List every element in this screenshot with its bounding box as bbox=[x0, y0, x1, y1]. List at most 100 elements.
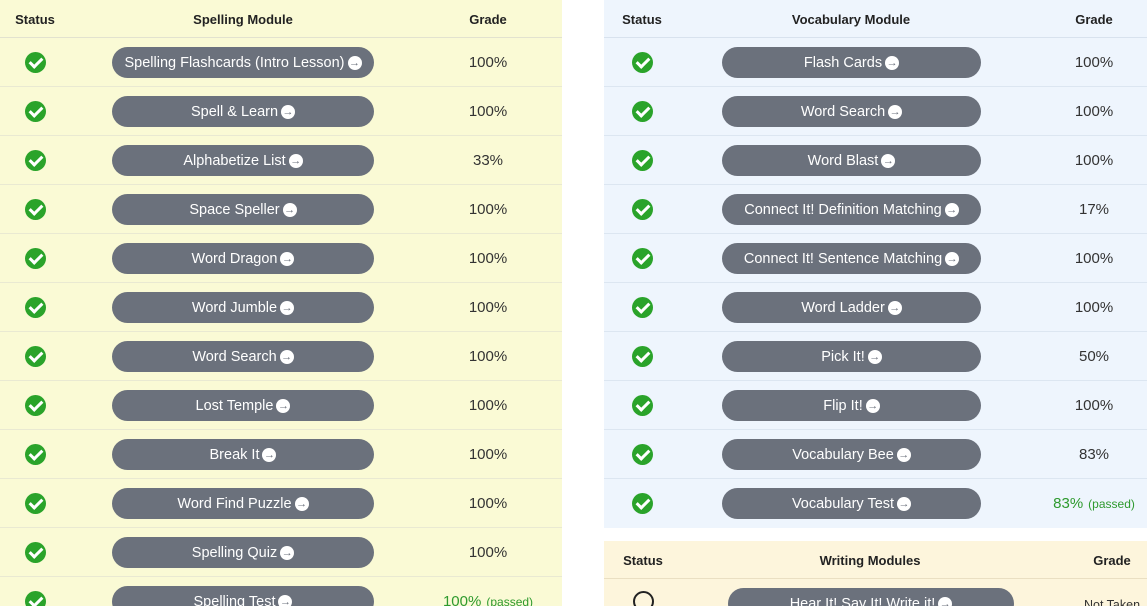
grade-cell: 100% bbox=[1075, 250, 1113, 267]
arrow-right-circle-icon: → bbox=[888, 104, 903, 119]
grade-cell: 100% bbox=[469, 348, 507, 365]
module-column-header: Writing Modules bbox=[819, 553, 921, 568]
module-launch-button[interactable]: Word Search → bbox=[112, 341, 374, 372]
arrow-right-circle-icon: → bbox=[885, 55, 900, 70]
check-circle-icon bbox=[25, 493, 46, 514]
check-circle-icon bbox=[25, 591, 46, 606]
grade-cell: 100% bbox=[469, 544, 507, 561]
grade-cell: 100% bbox=[1075, 397, 1113, 414]
module-launch-button[interactable]: Vocabulary Bee → bbox=[722, 439, 981, 470]
table-row: Alphabetize List → 33% bbox=[0, 136, 562, 185]
module-launch-button[interactable]: Connect It! Definition Matching → bbox=[722, 194, 981, 225]
arrow-right-circle-icon: → bbox=[282, 202, 297, 217]
grade-value: 100% bbox=[468, 299, 508, 316]
table-row: Word Find Puzzle → 100% bbox=[0, 479, 562, 528]
grade-value: 100% bbox=[468, 103, 508, 120]
arrow-right-circle-icon: → bbox=[288, 153, 303, 168]
grade-cell: 83% bbox=[1079, 446, 1109, 463]
module-launch-button[interactable]: Spell & Learn → bbox=[112, 96, 374, 127]
table-row: Vocabulary Test → 83% (passed) bbox=[604, 479, 1147, 528]
table-row: Word Search → 100% bbox=[0, 332, 562, 381]
table-row: Word Blast → 100% bbox=[604, 136, 1147, 185]
status-column-header: Status bbox=[15, 12, 55, 27]
check-circle-icon bbox=[632, 199, 653, 220]
passed-note: (passed) bbox=[1088, 497, 1135, 511]
module-button-label: Word Search bbox=[800, 103, 886, 120]
module-button-label: Hear It! Say It! Write it! bbox=[789, 595, 936, 606]
grade-value: 100% bbox=[468, 495, 508, 512]
arrow-right-circle-icon: → bbox=[887, 300, 902, 315]
module-launch-button[interactable]: Flash Cards → bbox=[722, 47, 981, 78]
table-row: Spelling Quiz → 100% bbox=[0, 528, 562, 577]
module-launch-button[interactable]: Space Speller → bbox=[112, 194, 374, 225]
check-circle-icon bbox=[632, 395, 653, 416]
arrow-right-circle-icon: → bbox=[281, 104, 296, 119]
module-button-label: Spelling Flashcards (Intro Lesson) bbox=[124, 54, 345, 71]
module-launch-button[interactable]: Pick It! → bbox=[722, 341, 981, 372]
table-row: Flash Cards → 100% bbox=[604, 38, 1147, 87]
grade-cell: 100% bbox=[1075, 54, 1113, 71]
module-launch-button[interactable]: Word Find Puzzle → bbox=[112, 488, 374, 519]
module-launch-button[interactable]: Word Search → bbox=[722, 96, 981, 127]
grade-cell: 100% bbox=[469, 201, 507, 218]
module-launch-button[interactable]: Break It → bbox=[112, 439, 374, 470]
module-launch-button[interactable]: Flip It! → bbox=[722, 390, 981, 421]
module-launch-button[interactable]: Word Jumble → bbox=[112, 292, 374, 323]
grade-column-header: Grade bbox=[1075, 12, 1113, 27]
arrow-right-circle-icon: → bbox=[280, 545, 295, 560]
module-button-label: Word Dragon bbox=[191, 250, 278, 267]
module-launch-button[interactable]: Spelling Quiz → bbox=[112, 537, 374, 568]
grade-value: 100% bbox=[468, 348, 508, 365]
grade-value: 100% bbox=[1074, 397, 1114, 414]
module-launch-button[interactable]: Alphabetize List → bbox=[112, 145, 374, 176]
module-launch-button[interactable]: Vocabulary Test → bbox=[722, 488, 981, 519]
table-row: Spelling Flashcards (Intro Lesson) → 100% bbox=[0, 38, 562, 87]
module-launch-button[interactable]: Word Dragon → bbox=[112, 243, 374, 274]
passed-note: (passed) bbox=[486, 595, 534, 606]
table-row: Word Search → 100% bbox=[604, 87, 1147, 136]
arrow-right-circle-icon: → bbox=[938, 596, 953, 606]
module-launch-button[interactable]: Hear It! Say It! Write it! → bbox=[728, 588, 1014, 606]
module-launch-button[interactable]: Word Ladder → bbox=[722, 292, 981, 323]
module-launch-button[interactable]: Lost Temple → bbox=[112, 390, 374, 421]
grade-cell: 17% bbox=[1079, 201, 1109, 218]
module-button-label: Pick It! bbox=[821, 348, 865, 365]
arrow-right-circle-icon: → bbox=[280, 251, 295, 266]
arrow-right-circle-icon: → bbox=[347, 55, 362, 70]
module-launch-button[interactable]: Spelling Flashcards (Intro Lesson) → bbox=[112, 47, 374, 78]
grade-value: 83% bbox=[1053, 495, 1084, 512]
module-button-label: Flash Cards bbox=[803, 54, 883, 71]
table-row: Connect It! Sentence Matching → 100% bbox=[604, 234, 1147, 283]
arrow-right-circle-icon: → bbox=[945, 251, 960, 266]
arrow-right-circle-icon: → bbox=[896, 447, 911, 462]
module-launch-button[interactable]: Connect It! Sentence Matching → bbox=[722, 243, 981, 274]
grade-value: 100% bbox=[468, 397, 508, 414]
vocabulary-table-header: Status Vocabulary Module Grade bbox=[604, 0, 1147, 38]
check-circle-icon bbox=[632, 444, 653, 465]
grade-value: 100% bbox=[1074, 250, 1114, 267]
table-row: Spell & Learn → 100% bbox=[0, 87, 562, 136]
check-circle-icon bbox=[25, 395, 46, 416]
vocabulary-module-table: Status Vocabulary Module Grade Flash Car… bbox=[604, 0, 1147, 528]
module-button-label: Connect It! Definition Matching bbox=[744, 201, 942, 218]
grade-value: 50% bbox=[1078, 348, 1110, 365]
grade-cell: 100% bbox=[469, 397, 507, 414]
grade-value: 100% bbox=[468, 54, 508, 71]
check-circle-icon bbox=[632, 248, 653, 269]
module-column-header: Vocabulary Module bbox=[791, 12, 911, 27]
arrow-right-circle-icon: → bbox=[944, 202, 959, 217]
table-row: Hear It! Say It! Write it! → Not Taken bbox=[604, 579, 1147, 606]
grade-cell: 100% bbox=[1075, 103, 1113, 120]
grade-cell: 100% bbox=[469, 103, 507, 120]
module-button-label: Lost Temple bbox=[195, 397, 274, 414]
module-button-label: Spelling Quiz bbox=[191, 544, 278, 561]
table-row: Connect It! Definition Matching → 17% bbox=[604, 185, 1147, 234]
status-column-header: Status bbox=[623, 553, 663, 568]
grade-value: 100% bbox=[468, 250, 508, 267]
module-launch-button[interactable]: Word Blast → bbox=[722, 145, 981, 176]
arrow-right-circle-icon: → bbox=[867, 349, 882, 364]
grade-value: 17% bbox=[1078, 201, 1110, 218]
module-button-label: Word Search bbox=[192, 348, 277, 365]
module-launch-button[interactable]: Spelling Test → bbox=[112, 586, 374, 606]
table-row: Word Ladder → 100% bbox=[604, 283, 1147, 332]
